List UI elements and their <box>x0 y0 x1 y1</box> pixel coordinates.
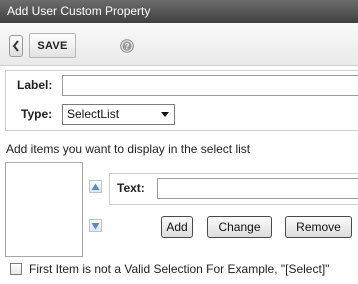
move-down-button[interactable] <box>89 219 102 232</box>
chevron-left-icon <box>12 40 19 52</box>
arrow-down-icon <box>91 222 100 229</box>
add-item-button[interactable]: Add <box>161 216 193 238</box>
select-list-instructions: Add items you want to display in the sel… <box>6 142 251 156</box>
label-input[interactable] <box>62 75 358 96</box>
label-caption: Label: <box>17 78 53 92</box>
type-select-value: SelectList <box>67 107 120 121</box>
first-item-invalid-label: First Item is not a Valid Selection For … <box>29 262 330 276</box>
type-select[interactable]: SelectList <box>62 104 175 125</box>
save-button[interactable]: SAVE <box>29 33 76 58</box>
type-caption: Type: <box>21 107 53 121</box>
item-text-input[interactable] <box>157 178 358 199</box>
svg-text:?: ? <box>125 42 130 51</box>
move-up-button[interactable] <box>89 180 102 193</box>
first-item-invalid-checkbox[interactable] <box>10 263 22 275</box>
select-items-listbox[interactable] <box>5 162 83 257</box>
dropdown-arrow-icon <box>161 112 169 117</box>
back-button[interactable] <box>9 35 23 57</box>
remove-item-button[interactable]: Remove <box>285 216 352 238</box>
help-icon[interactable]: ? <box>120 39 134 53</box>
text-caption: Text: <box>117 181 145 195</box>
change-item-button[interactable]: Change <box>207 216 272 238</box>
window-title: Add User Custom Property <box>0 0 358 23</box>
arrow-up-icon <box>91 183 100 190</box>
